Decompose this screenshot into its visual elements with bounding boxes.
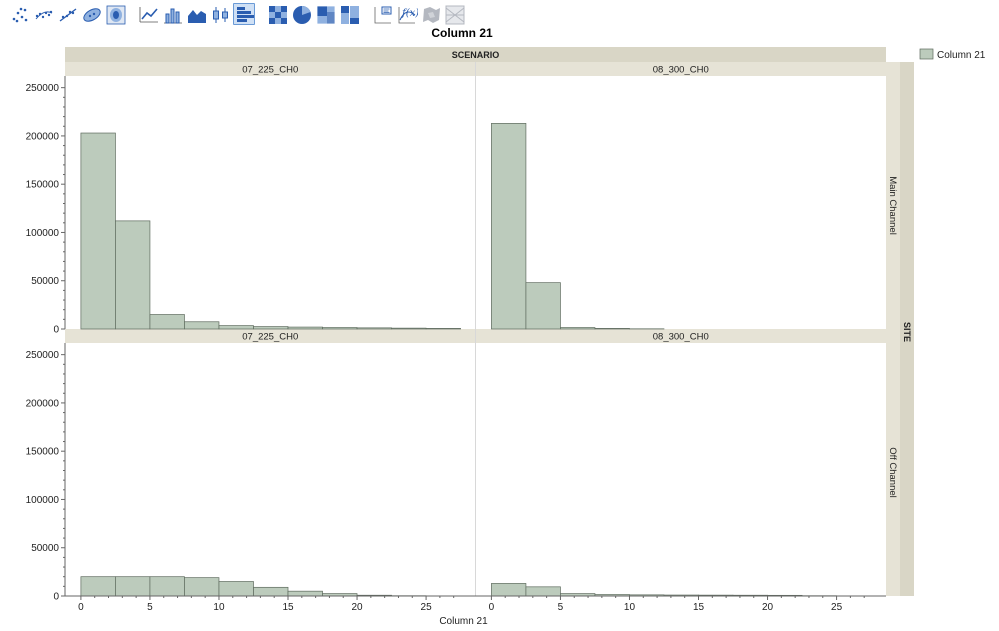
histogram-bar[interactable]: [184, 321, 220, 330]
legend-swatch[interactable]: [919, 48, 934, 60]
histogram-bar[interactable]: [149, 314, 185, 330]
histogram-bar[interactable]: [80, 132, 116, 330]
x-tick-label: 0: [489, 602, 495, 613]
x-tick-label: 25: [421, 602, 433, 613]
histogram-bar[interactable]: [491, 583, 527, 597]
histogram-bar[interactable]: [253, 326, 289, 330]
column-strip-label: 07_225_CH0: [242, 332, 298, 343]
histogram-bar[interactable]: [525, 282, 561, 330]
column-strip-label: 08_300_CH0: [653, 332, 709, 343]
panel-background: [475, 343, 886, 596]
histogram-bar[interactable]: [218, 581, 254, 597]
panel-background: [65, 343, 476, 596]
graph-builder: f(x) Column 21 SCENARIO SITE 07_225_CH0 08_3…: [0, 0, 999, 631]
histogram-bar[interactable]: [218, 325, 254, 330]
y-tick-label: 50000: [31, 543, 59, 554]
x-axis-label: Column 21: [439, 616, 488, 627]
x-tick-label: 10: [624, 602, 636, 613]
x-tick-label: 15: [693, 602, 705, 613]
histogram-bar[interactable]: [149, 576, 185, 597]
histogram-bar[interactable]: [391, 327, 427, 330]
x-tick-label: 5: [558, 602, 564, 613]
y-tick-label: 200000: [26, 398, 60, 409]
y-tick-label: 50000: [31, 276, 59, 287]
histogram-bar[interactable]: [594, 328, 630, 330]
histogram-bar[interactable]: [115, 220, 151, 330]
column-strip-label: 07_225_CH0: [242, 65, 298, 76]
histogram-bar[interactable]: [560, 327, 596, 330]
row-strip-label: Off Channel: [887, 447, 898, 498]
y-tick-label: 200000: [26, 131, 60, 142]
x-tick-label: 5: [147, 602, 153, 613]
histogram-bar[interactable]: [80, 576, 116, 597]
y-tick-label: 250000: [26, 350, 60, 361]
y-tick-label: 100000: [26, 228, 60, 239]
column-strip-label: 08_300_CH0: [653, 65, 709, 76]
histogram-bar[interactable]: [287, 590, 323, 597]
x-tick-label: 25: [831, 602, 843, 613]
x-tick-label: 20: [762, 602, 774, 613]
y-tick-label: 250000: [26, 83, 60, 94]
y-tick-label: 100000: [26, 495, 60, 506]
legend-label: Column 21: [937, 50, 986, 61]
y-tick-label: 0: [53, 325, 59, 336]
histogram-bar[interactable]: [356, 327, 392, 330]
histogram-bar[interactable]: [287, 326, 323, 330]
histogram-chart: Column 21 SCENARIO SITE 07_225_CH0 08_300_CH…: [26, 26, 986, 627]
y-tick-label: 0: [53, 592, 59, 603]
histogram-bar[interactable]: [253, 586, 289, 597]
column-group-label: SCENARIO: [452, 50, 500, 60]
histogram-bar[interactable]: [115, 576, 151, 597]
x-tick-label: 15: [282, 602, 294, 613]
histogram-bar[interactable]: [491, 123, 527, 330]
histogram-bar[interactable]: [184, 577, 220, 597]
x-tick-label: 0: [78, 602, 84, 613]
row-group-label: SITE: [902, 322, 912, 342]
histogram-bar[interactable]: [322, 327, 358, 330]
x-tick-label: 20: [351, 602, 363, 613]
histogram-bar[interactable]: [425, 328, 461, 330]
row-strip-label: Main Channel: [887, 176, 898, 235]
y-tick-label: 150000: [26, 180, 60, 191]
chart-title: Column 21: [431, 26, 493, 40]
x-tick-label: 10: [213, 602, 225, 613]
histogram-bar[interactable]: [525, 586, 561, 597]
y-tick-label: 150000: [26, 447, 60, 458]
